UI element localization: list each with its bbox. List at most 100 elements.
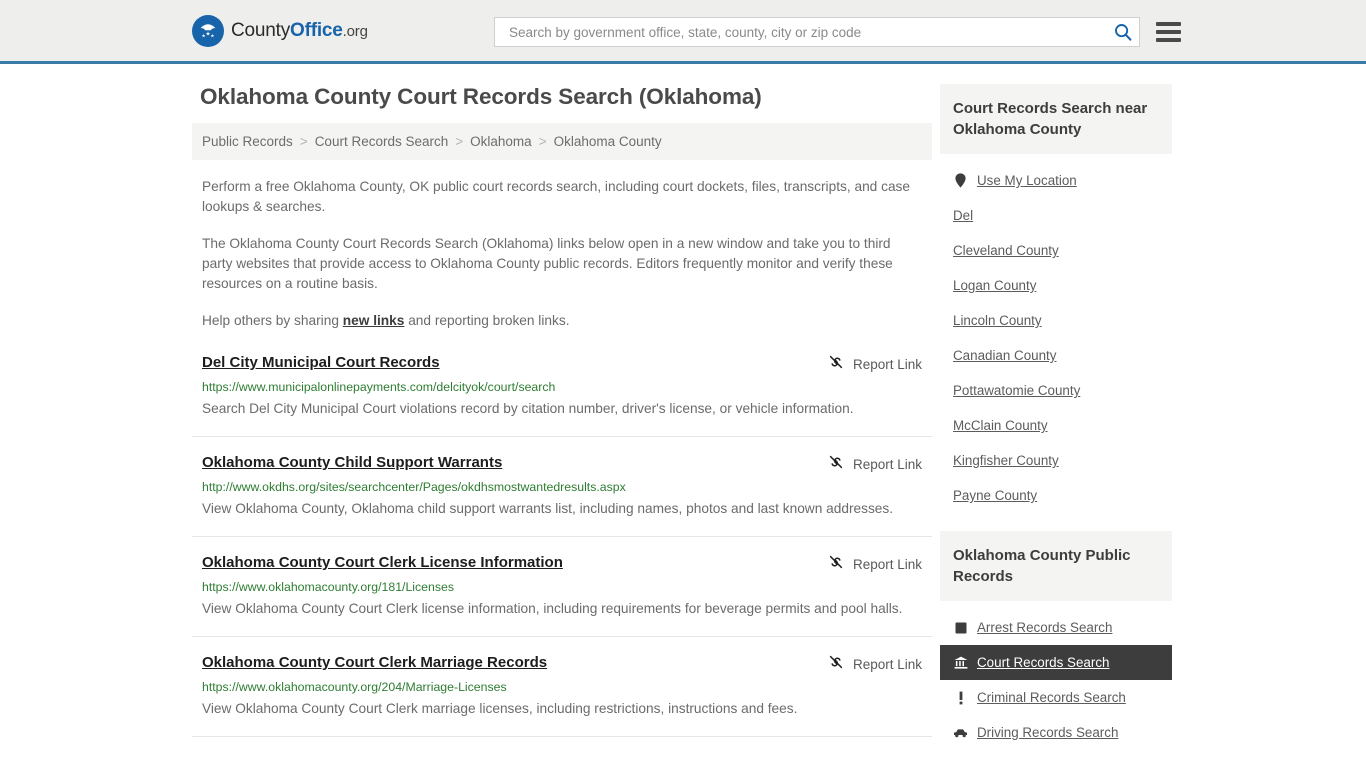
breadcrumb-item-court-records-search[interactable]: Court Records Search [315, 134, 449, 149]
logo-part-county: County [231, 19, 291, 41]
result-description: Search Del City Municipal Court violatio… [202, 401, 854, 416]
list-item: Lincoln County [940, 303, 1172, 338]
sidebar-item-label: Logan County [953, 278, 1037, 293]
sidebar-item-mcclain-county[interactable]: McClain County [940, 408, 1172, 443]
sidebar-item-cleveland-county[interactable]: Cleveland County [940, 233, 1172, 268]
result-title-link[interactable]: Del City Municipal Court Records [202, 353, 440, 373]
broken-link-icon [828, 554, 844, 575]
sidebar-item-label: Use My Location [977, 173, 1077, 188]
report-link-button[interactable]: Report Link [828, 654, 922, 675]
car-icon [953, 728, 968, 738]
result-item: Oklahoma County Court Clerk Marriage Rec… [192, 653, 932, 737]
report-link-label: Report Link [852, 557, 922, 572]
sidebar-item-criminal-records-search[interactable]: Criminal Records Search [940, 680, 1172, 715]
logo-part-org: .org [342, 22, 368, 40]
hamburger-bar [1156, 30, 1181, 34]
site-logo[interactable]: CountyOffice.org [192, 14, 368, 47]
sidebar-item-arrest-records-search[interactable]: Arrest Records Search [940, 610, 1172, 645]
search-box[interactable] [494, 17, 1140, 47]
intro-section: Perform a free Oklahoma County, OK publi… [192, 177, 932, 331]
result-item: Oklahoma County Child Support Warrants R… [192, 453, 932, 537]
result-description: View Oklahoma County Court Clerk marriag… [202, 701, 798, 716]
sidebar-item-del[interactable]: Del [940, 198, 1172, 233]
list-item: Arrest Records Search [940, 610, 1172, 645]
list-item: Logan County [940, 268, 1172, 303]
public-records-list: Arrest Records Search Court Records Sear… [940, 610, 1172, 750]
list-item: McClain County [940, 408, 1172, 443]
report-link-button[interactable]: Report Link [828, 554, 922, 575]
map-pin-icon [953, 173, 968, 188]
report-link-label: Report Link [852, 657, 922, 672]
result-item: Del City Municipal Court Records Report … [192, 353, 932, 437]
search-icon[interactable] [1113, 22, 1133, 42]
hamburger-menu-icon[interactable] [1156, 22, 1181, 42]
result-description: View Oklahoma County Court Clerk license… [202, 601, 903, 616]
breadcrumb-item-public-records[interactable]: Public Records [202, 134, 293, 149]
result-header: Oklahoma County Court Clerk Marriage Rec… [202, 653, 922, 675]
logo-part-office: Office [290, 19, 343, 41]
search-input[interactable] [507, 23, 1113, 41]
page-title: Oklahoma County Court Records Search (Ok… [200, 84, 762, 109]
result-title-link[interactable]: Oklahoma County Child Support Warrants [202, 453, 502, 473]
results-list: Del City Municipal Court Records Report … [192, 353, 932, 737]
breadcrumb: Public Records > Court Records Search > … [192, 123, 932, 160]
result-url: http://www.okdhs.org/sites/searchcenter/… [202, 480, 626, 494]
help-prefix: Help others by sharing [202, 313, 343, 328]
sidebar-item-court-records-search[interactable]: Court Records Search [940, 645, 1172, 680]
result-url: https://www.oklahomacounty.org/181/Licen… [202, 580, 454, 594]
breadcrumb-separator: > [538, 134, 547, 149]
breadcrumb-separator: > [299, 134, 308, 149]
sidebar-item-pottawatomie-county[interactable]: Pottawatomie County [940, 373, 1172, 408]
report-link-button[interactable]: Report Link [828, 454, 922, 475]
list-item: Del [940, 198, 1172, 233]
result-item: Oklahoma County Court Clerk License Info… [192, 553, 932, 637]
list-item: Kingfisher County [940, 443, 1172, 478]
list-item: Criminal Records Search [940, 680, 1172, 715]
help-suffix: and reporting broken links. [404, 313, 570, 328]
sidebar: Court Records Search near Oklahoma Count… [940, 84, 1172, 753]
sidebar-item-canadian-county[interactable]: Canadian County [940, 338, 1172, 373]
sidebar-item-label: Payne County [953, 488, 1038, 503]
new-links-link[interactable]: new links [343, 313, 405, 328]
report-link-label: Report Link [852, 357, 922, 372]
result-header: Del City Municipal Court Records Report … [202, 353, 922, 375]
sidebar-item-label: Cleveland County [953, 243, 1059, 258]
courthouse-icon [953, 656, 968, 669]
sidebar-item-label: Pottawatomie County [953, 383, 1081, 398]
result-title-link[interactable]: Oklahoma County Court Clerk License Info… [202, 553, 563, 573]
sidebar-item-use-my-location[interactable]: Use My Location [940, 163, 1172, 198]
hamburger-bar [1156, 38, 1181, 42]
result-url: https://www.oklahomacounty.org/204/Marri… [202, 680, 507, 694]
list-item: Cleveland County [940, 233, 1172, 268]
sidebar-item-driving-records-search[interactable]: Driving Records Search [940, 715, 1172, 750]
sidebar-item-label: McClain County [953, 418, 1048, 433]
site-logo-text: CountyOffice.org [231, 20, 368, 42]
list-item: Canadian County [940, 338, 1172, 373]
result-title-link[interactable]: Oklahoma County Court Clerk Marriage Rec… [202, 653, 547, 673]
page-body: Oklahoma County Court Records Search (Ok… [0, 64, 1366, 753]
square-icon [953, 622, 968, 634]
intro-paragraph-help: Help others by sharing new links and rep… [202, 311, 922, 331]
public-records-section-heading: Oklahoma County Public Records [940, 531, 1172, 601]
list-item: Court Records Search [940, 645, 1172, 680]
sidebar-item-kingfisher-county[interactable]: Kingfisher County [940, 443, 1172, 478]
site-header: CountyOffice.org [0, 0, 1366, 64]
report-link-button[interactable]: Report Link [828, 354, 922, 375]
broken-link-icon [828, 354, 844, 375]
result-header: Oklahoma County Child Support Warrants R… [202, 453, 922, 475]
sidebar-item-label: Driving Records Search [977, 725, 1119, 740]
hamburger-bar [1156, 22, 1181, 26]
breadcrumb-item-oklahoma-county: Oklahoma County [553, 134, 662, 149]
breadcrumb-item-oklahoma[interactable]: Oklahoma [470, 134, 532, 149]
county-office-emblem-icon [192, 14, 224, 47]
sidebar-item-label: Court Records Search [977, 655, 1110, 670]
sidebar-item-payne-county[interactable]: Payne County [940, 478, 1172, 513]
sidebar-item-lincoln-county[interactable]: Lincoln County [940, 303, 1172, 338]
sidebar-item-logan-county[interactable]: Logan County [940, 268, 1172, 303]
sidebar-item-label: Lincoln County [953, 313, 1042, 328]
broken-link-icon [828, 654, 844, 675]
intro-paragraph-2: The Oklahoma County Court Records Search… [202, 236, 893, 291]
